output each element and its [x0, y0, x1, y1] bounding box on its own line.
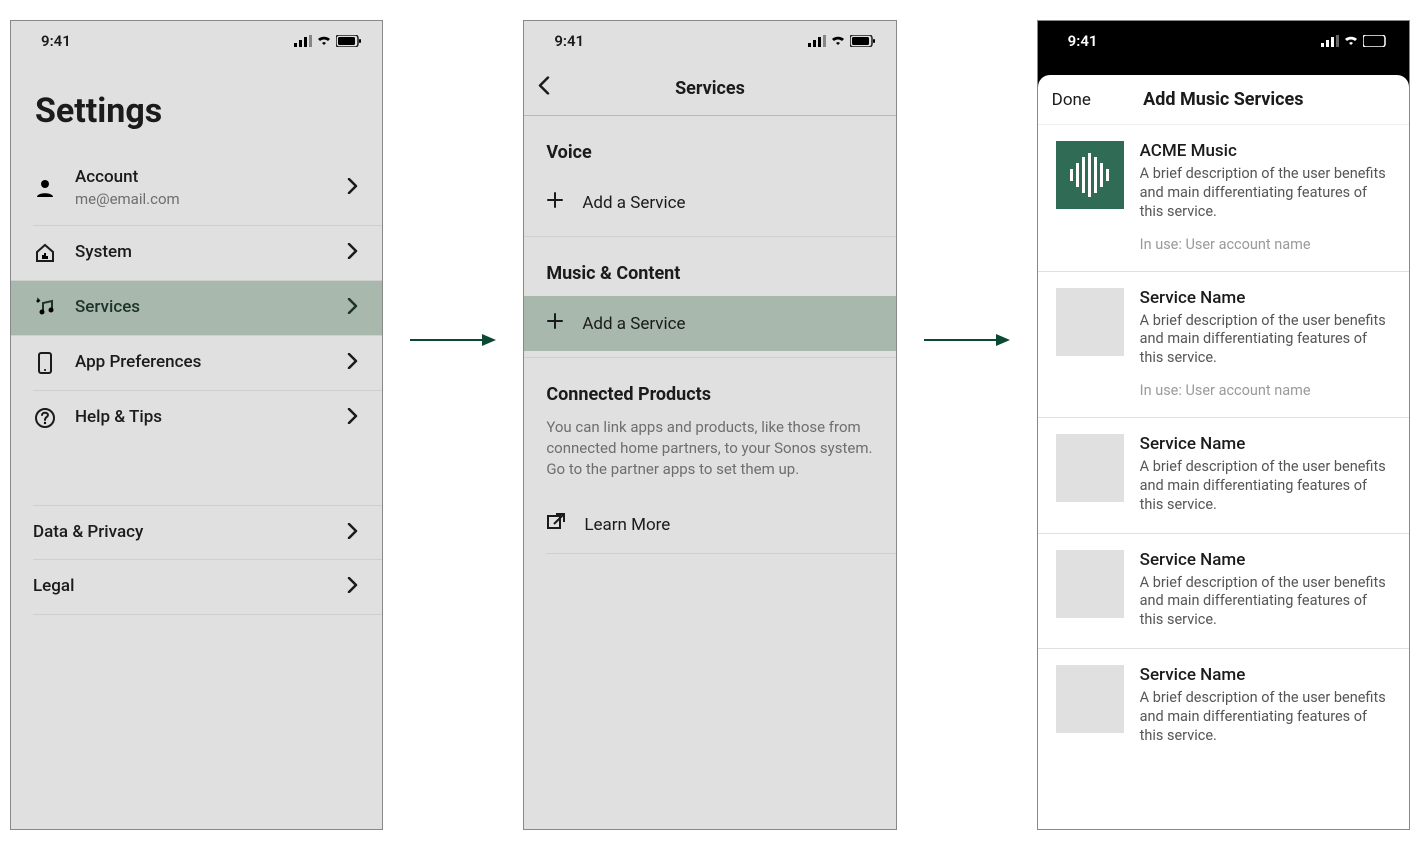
wifi-icon [1344, 35, 1358, 47]
settings-row-system[interactable]: System [11, 226, 382, 280]
waveform-icon [1056, 141, 1124, 209]
row-label: Legal [33, 576, 328, 597]
section-title-voice: Voice [524, 116, 895, 175]
service-desc: A brief description of the user benefits… [1140, 458, 1387, 515]
service-thumbnail [1056, 434, 1124, 502]
row-sub: me@email.com [75, 190, 328, 209]
section-title-music: Music & Content [524, 237, 895, 296]
phone-services: 9:41 Services Voice Add a Service Music … [523, 20, 896, 830]
service-name: ACME Music [1140, 141, 1387, 161]
plus-icon [546, 191, 564, 214]
service-thumbnail [1056, 550, 1124, 618]
status-time: 9:41 [554, 32, 584, 50]
statusbar: 9:41 [1038, 21, 1409, 61]
battery-icon [336, 35, 362, 47]
chevron-right-icon [346, 298, 364, 318]
modal-header: Done Add Music Services [1038, 75, 1409, 125]
plus-icon [546, 312, 564, 335]
add-music-service-button[interactable]: Add a Service [524, 296, 895, 351]
service-row[interactable]: Service Name A brief description of the … [1038, 534, 1409, 650]
learn-more-button[interactable]: Learn More [524, 496, 895, 553]
service-desc: A brief description of the user benefits… [1140, 574, 1387, 631]
flow-arrow-icon [408, 330, 498, 350]
navbar: Services [524, 61, 895, 116]
action-label: Add a Service [582, 193, 685, 213]
help-icon [33, 407, 57, 429]
battery-icon [850, 35, 876, 47]
status-time: 9:41 [1068, 32, 1098, 50]
chevron-right-icon [346, 178, 364, 198]
chevron-right-icon [346, 408, 364, 428]
add-voice-service-button[interactable]: Add a Service [524, 175, 895, 230]
nav-title: Services [675, 78, 745, 99]
service-row[interactable]: Service Name A brief description of the … [1038, 272, 1409, 419]
wifi-icon [317, 35, 331, 47]
row-label: Data & Privacy [33, 522, 328, 543]
chevron-right-icon [346, 577, 364, 597]
external-link-icon [546, 512, 566, 537]
battery-icon [1363, 35, 1389, 47]
settings-row-privacy[interactable]: Data & Privacy [11, 506, 382, 559]
phone-settings: 9:41 Settings Account me@email.com Syste… [10, 20, 383, 830]
settings-row-services[interactable]: Services [11, 281, 382, 335]
status-time: 9:41 [41, 32, 71, 50]
statusbar: 9:41 [11, 21, 382, 61]
add-services-modal: Done Add Music Services ACME Music A bri… [1038, 75, 1409, 829]
action-label: Learn More [584, 515, 670, 535]
service-inuse: In use: User account name [1140, 382, 1387, 399]
phone-add-services: 9:41 Done Add Music Services ACME Music … [1037, 20, 1410, 830]
signal-icon [1321, 35, 1339, 47]
modal-title: Add Music Services [1143, 89, 1303, 110]
signal-icon [294, 35, 312, 47]
service-row-acme[interactable]: ACME Music A brief description of the us… [1038, 125, 1409, 272]
music-icon [33, 297, 57, 319]
status-icons [1321, 35, 1389, 47]
service-desc: A brief description of the user benefits… [1140, 312, 1387, 369]
row-label: App Preferences [75, 352, 328, 373]
row-label: System [75, 242, 328, 263]
back-button[interactable] [536, 77, 552, 100]
row-label: Account [75, 167, 328, 188]
row-label: Help & Tips [75, 407, 328, 428]
chevron-right-icon [346, 243, 364, 263]
section-title-connected: Connected Products [524, 358, 895, 417]
house-icon [33, 242, 57, 264]
service-thumbnail [1056, 288, 1124, 356]
phone-icon [33, 352, 57, 374]
statusbar: 9:41 [524, 21, 895, 61]
chevron-right-icon [346, 353, 364, 373]
flow-arrow-icon [922, 330, 1012, 350]
service-desc: A brief description of the user benefits… [1140, 165, 1387, 222]
status-icons [294, 35, 362, 47]
service-desc: A brief description of the user benefits… [1140, 689, 1387, 746]
signal-icon [808, 35, 826, 47]
settings-row-legal[interactable]: Legal [11, 560, 382, 613]
status-icons [808, 35, 876, 47]
row-label: Services [75, 297, 328, 318]
chevron-right-icon [346, 523, 364, 543]
service-name: Service Name [1140, 665, 1387, 685]
service-name: Service Name [1140, 550, 1387, 570]
action-label: Add a Service [582, 314, 685, 334]
wifi-icon [831, 35, 845, 47]
service-name: Service Name [1140, 434, 1387, 454]
service-row[interactable]: Service Name A brief description of the … [1038, 649, 1409, 764]
service-thumbnail [1056, 665, 1124, 733]
service-inuse: In use: User account name [1140, 236, 1387, 253]
settings-row-account[interactable]: Account me@email.com [11, 151, 382, 225]
settings-row-help[interactable]: Help & Tips [11, 391, 382, 445]
service-name: Service Name [1140, 288, 1387, 308]
service-row[interactable]: Service Name A brief description of the … [1038, 418, 1409, 534]
done-button[interactable]: Done [1052, 90, 1091, 110]
settings-row-app-preferences[interactable]: App Preferences [11, 336, 382, 390]
settings-title: Settings [11, 61, 382, 151]
user-icon [33, 178, 57, 198]
section-desc-connected: You can link apps and products, like tho… [524, 417, 895, 496]
